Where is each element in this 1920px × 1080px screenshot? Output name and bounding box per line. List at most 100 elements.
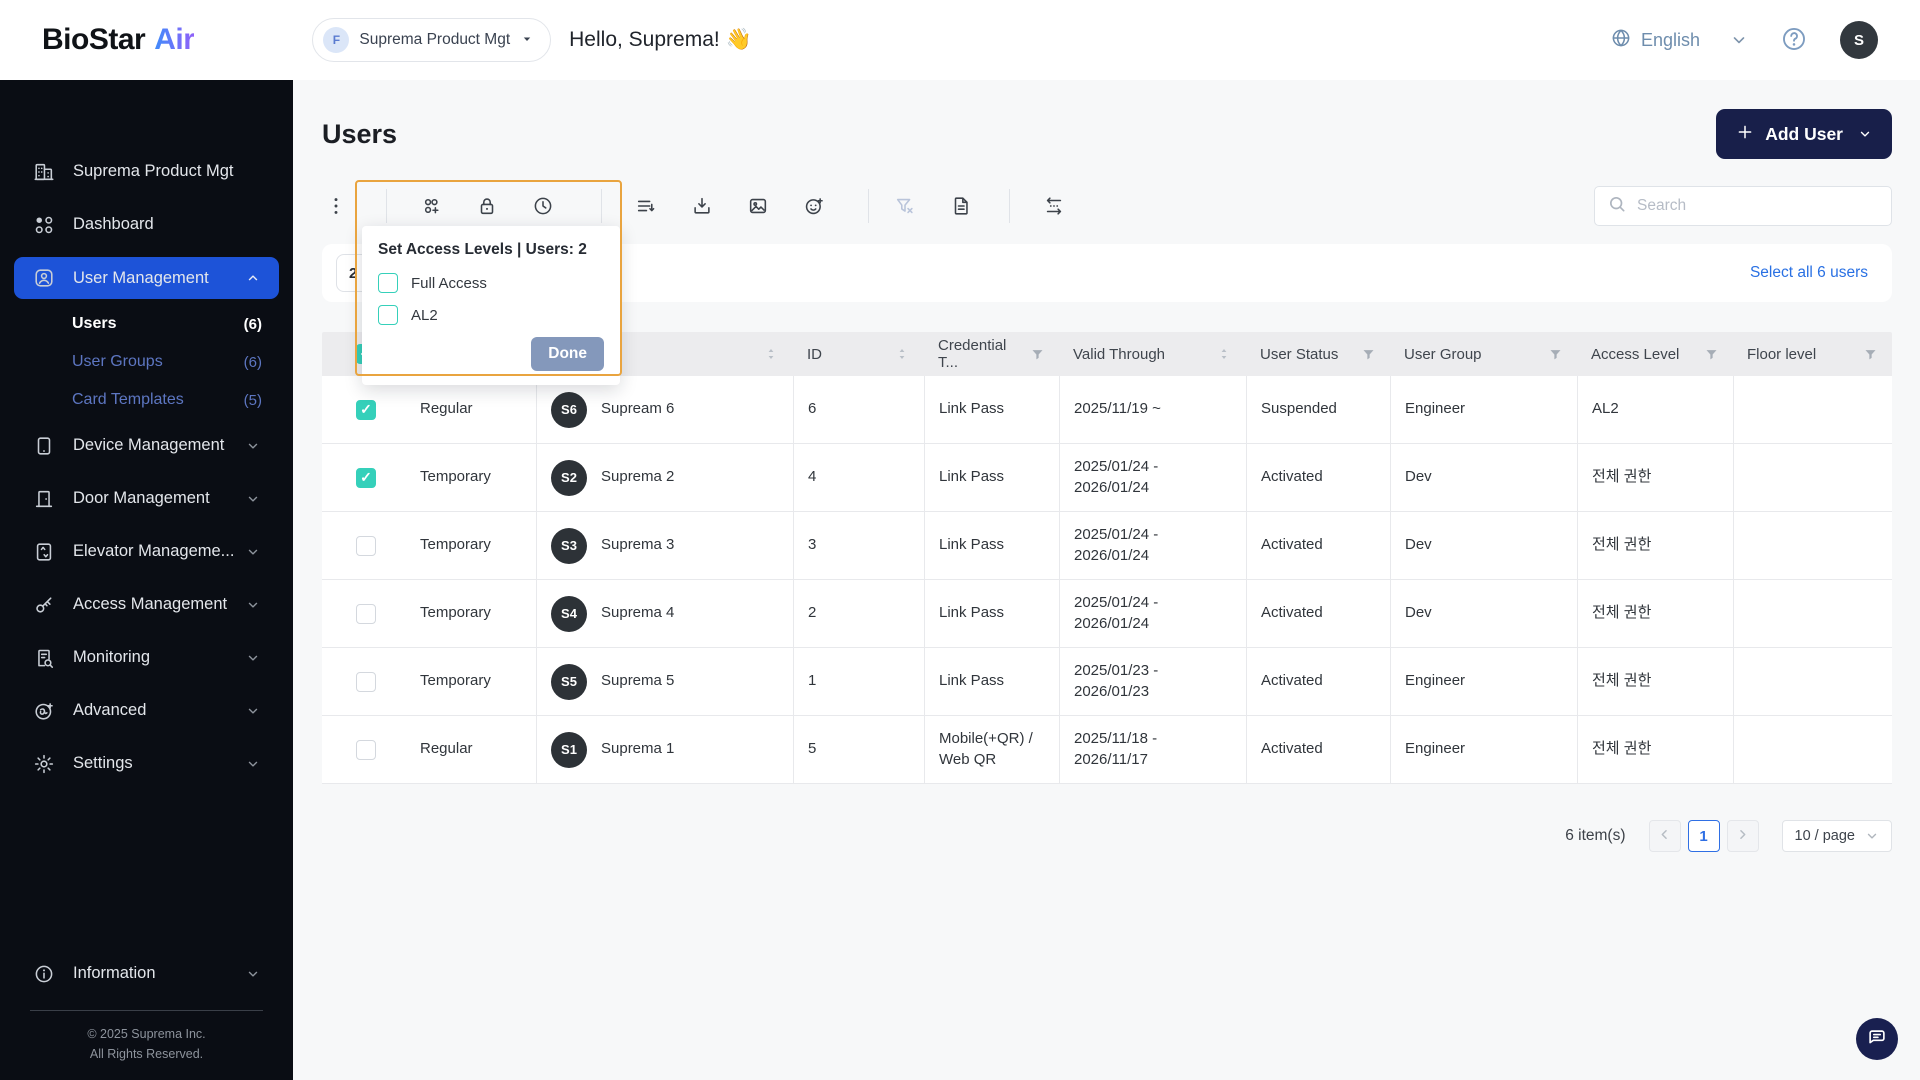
set-period-icon[interactable]: [515, 182, 571, 230]
sidebar-item-card-templates[interactable]: Card Templates (5): [0, 381, 293, 419]
info-icon: [33, 963, 55, 985]
org-initial-badge: F: [323, 27, 350, 53]
enroll-face-icon[interactable]: [786, 182, 842, 230]
filter-icon[interactable]: [1030, 347, 1045, 362]
transfer-users-icon[interactable]: [1026, 182, 1082, 230]
cell-user-status-value: Activated: [1261, 468, 1323, 486]
sort-columns-icon[interactable]: [618, 182, 674, 230]
sort-icon[interactable]: [1216, 346, 1232, 362]
filter-icon[interactable]: [1548, 347, 1563, 362]
avatar-initial: S: [1853, 31, 1864, 49]
cell-name[interactable]: S4 Suprema 4: [536, 580, 793, 647]
cell-user-group-value: Dev: [1405, 536, 1432, 554]
language-selector[interactable]: English: [1610, 27, 1700, 54]
cell-user-status-value: Activated: [1261, 604, 1323, 622]
filter-icon[interactable]: [1704, 347, 1719, 362]
sort-icon[interactable]: [894, 346, 910, 362]
user-avatar[interactable]: S: [1840, 21, 1878, 59]
add-user-button[interactable]: Add User: [1716, 109, 1892, 159]
sidebar-item-device-management[interactable]: Device Management: [0, 419, 293, 472]
row-checkbox[interactable]: [356, 399, 376, 420]
done-button[interactable]: Done: [531, 337, 604, 371]
row-checkbox[interactable]: [356, 739, 376, 760]
biostar-air-logo: BioStar Air: [42, 23, 195, 57]
column-header-label: Credential T...: [938, 337, 1007, 371]
sidebar-item-settings[interactable]: Settings: [0, 737, 293, 790]
cell-name[interactable]: S3 Suprema 3: [536, 512, 793, 579]
sidebar-item-information[interactable]: Information: [0, 947, 293, 1000]
sidebar-item-label: User Management: [73, 268, 209, 287]
brand-primary: BioStar: [42, 23, 146, 56]
sidebar-item-suprema-product-mgt[interactable]: Suprema Product Mgt: [0, 145, 293, 198]
cell-name[interactable]: S6 Supream 6: [536, 376, 793, 443]
prev-page-button[interactable]: [1648, 820, 1681, 852]
column-header-credential-type: Credential T...: [924, 332, 1059, 376]
add-user-label: Add User: [1765, 123, 1843, 144]
sidebar-item-users[interactable]: Users (6): [0, 305, 293, 343]
elevator-icon: [33, 541, 55, 563]
assign-user-group-icon[interactable]: [403, 182, 459, 230]
row-checkbox[interactable]: [356, 603, 376, 624]
chat-button[interactable]: [1856, 1018, 1898, 1060]
sidebar-info-nav: Information: [0, 947, 293, 1000]
filter-icon[interactable]: [1863, 347, 1878, 362]
cell-id: 1: [793, 648, 924, 715]
cell-floor-level: [1733, 716, 1892, 783]
column-header-label: Access Level: [1591, 345, 1680, 363]
table-body: Regular S6 Supream 6 6 Link Pass 2025/11/19 ~…: [322, 376, 1892, 784]
sidebar-item-access-management[interactable]: Access Management: [0, 578, 293, 631]
sidebar-item-user-groups[interactable]: User Groups (6): [0, 343, 293, 381]
sort-icon[interactable]: [763, 346, 779, 362]
advanced-icon: [33, 700, 55, 722]
full-access-option[interactable]: Full Access: [378, 273, 604, 293]
row-checkbox[interactable]: [356, 535, 376, 556]
more-options-icon[interactable]: [322, 182, 350, 230]
row-checkbox[interactable]: [356, 467, 376, 488]
chevron-down-icon: [246, 651, 260, 665]
cell-id: 6: [793, 376, 924, 443]
cell-access-level-value: 전체 권한: [1592, 740, 1652, 758]
sidebar-item-elevator-manageme[interactable]: Elevator Manageme...: [0, 525, 293, 578]
help-button[interactable]: [1780, 25, 1808, 56]
clear-filter-icon[interactable]: [877, 182, 933, 230]
current-page-button[interactable]: 1: [1687, 820, 1720, 852]
al2-option[interactable]: AL2: [378, 305, 604, 325]
page-size-select[interactable]: 10 / page: [1781, 820, 1892, 852]
sidebar-sub-count: (5): [243, 391, 262, 409]
sidebar-item-advanced[interactable]: Advanced: [0, 684, 293, 737]
user-avatar-badge: S4: [551, 595, 587, 632]
user-name: Suprema 4: [601, 604, 675, 622]
user-avatar-badge: S5: [551, 663, 587, 700]
greeting-text: Hello, Suprema! 👋: [569, 28, 752, 51]
column-header-id: ID: [793, 332, 924, 376]
cell-credential-value: Link Pass: [939, 468, 1005, 486]
filter-icon[interactable]: [1361, 347, 1376, 362]
photo-icon[interactable]: [730, 182, 786, 230]
row-checkbox[interactable]: [356, 671, 376, 692]
column-header-label: Floor level: [1747, 345, 1817, 363]
report-icon[interactable]: [933, 182, 989, 230]
next-page-button[interactable]: [1726, 820, 1759, 852]
cell-name[interactable]: S2 Suprema 2: [536, 444, 793, 511]
cell-select-type: Temporary: [322, 444, 536, 511]
language-chevron-icon[interactable]: [1730, 31, 1748, 49]
export-users-icon[interactable]: [674, 182, 730, 230]
sidebar-item-dashboard[interactable]: Dashboard: [0, 198, 293, 251]
user-name: Suprema 2: [601, 468, 675, 486]
cell-name[interactable]: S1 Suprema 1: [536, 716, 793, 783]
set-access-level-icon[interactable]: [459, 182, 515, 230]
column-header-floor-level: Floor level: [1733, 332, 1892, 376]
full-access-checkbox[interactable]: [378, 273, 398, 293]
cell-credential: Link Pass: [924, 512, 1059, 579]
dashboard-icon: [33, 214, 55, 236]
sidebar-item-door-management[interactable]: Door Management: [0, 472, 293, 525]
al2-checkbox[interactable]: [378, 305, 398, 325]
column-header-access-level: Access Level: [1577, 332, 1733, 376]
search-input[interactable]: [1637, 197, 1879, 215]
select-all-link[interactable]: Select all 6 users: [1750, 264, 1868, 282]
sidebar-item-label: Elevator Manageme...: [73, 542, 235, 560]
sidebar-item-user-management[interactable]: User Management: [14, 257, 279, 299]
org-selector[interactable]: F Suprema Product Mgt: [312, 18, 552, 62]
sidebar-item-monitoring[interactable]: Monitoring: [0, 631, 293, 684]
cell-name[interactable]: S5 Suprema 5: [536, 648, 793, 715]
